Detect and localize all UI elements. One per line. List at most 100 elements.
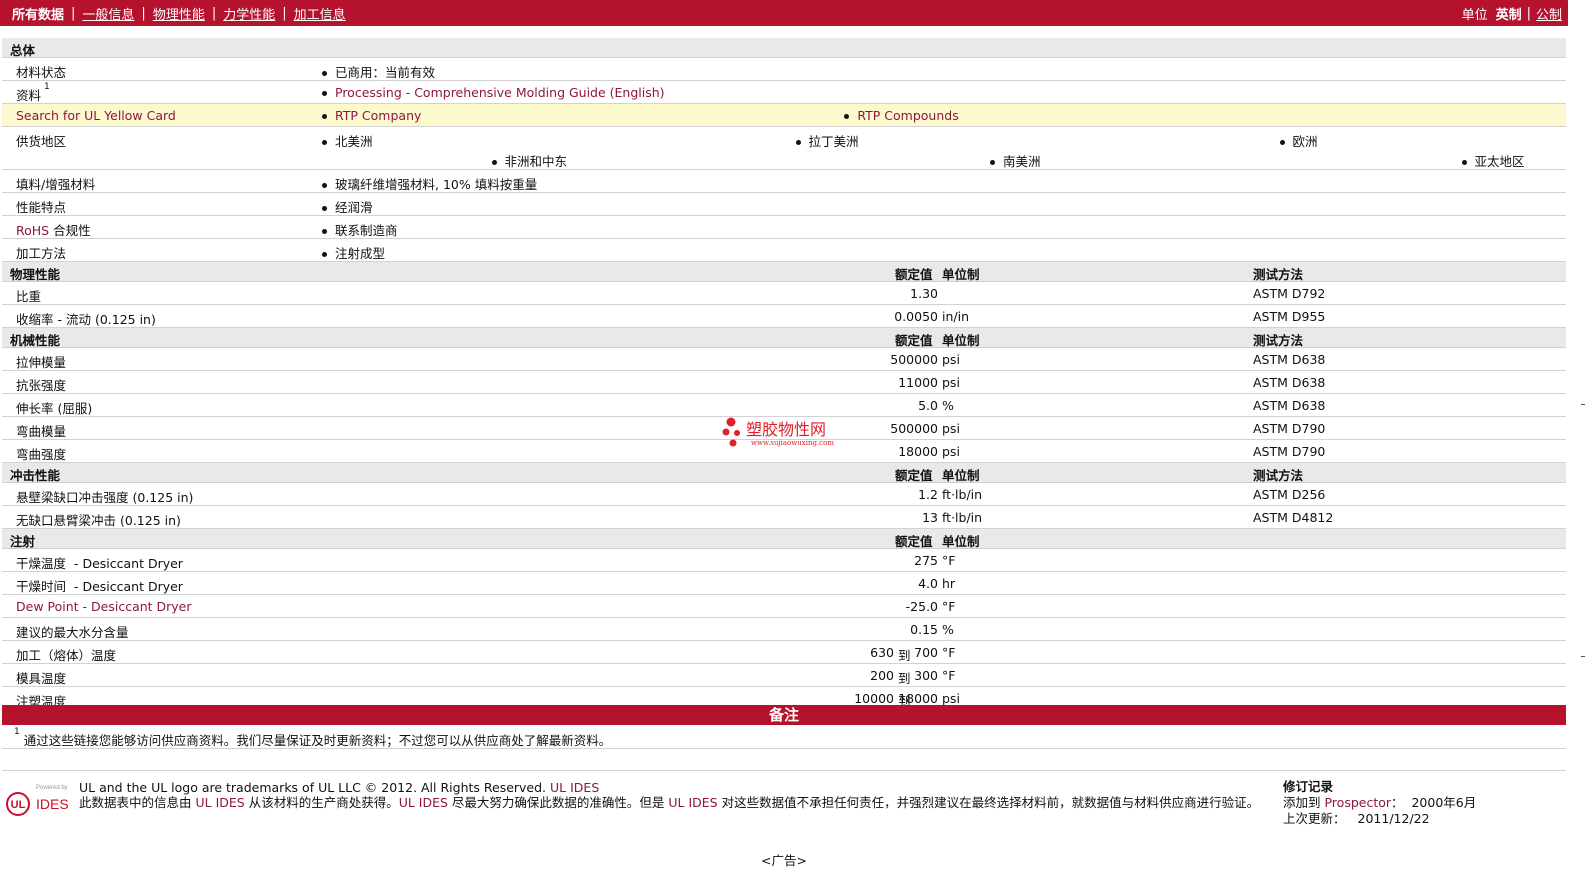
tab-general-info[interactable]: 一般信息 <box>82 4 134 23</box>
watermark-dot-icon <box>722 428 730 436</box>
rtp-compounds-link[interactable]: RTP Compounds <box>842 108 958 123</box>
revision-title: 修订记录 <box>1283 779 1334 794</box>
row-label: 材料状态 <box>16 65 67 80</box>
row-documents: 资料1 Processing - Comprehensive Molding G… <box>2 81 1566 104</box>
col-unit: 单位制 <box>942 267 980 282</box>
added-value: ： 2000年6月 <box>1391 795 1477 810</box>
label-sub: - Desiccant Dryer <box>66 556 183 571</box>
ul-ides-link[interactable]: UL IDES <box>668 795 717 810</box>
rohs-link[interactable]: RoHS <box>16 223 49 238</box>
tab-processing[interactable]: 加工信息 <box>294 4 346 23</box>
datasheet: 总体 材料状态 已商用：当前有效 资料1 Processing - Compre… <box>2 38 1566 710</box>
molding-guide-link[interactable]: Processing - Comprehensive Molding Guide… <box>320 85 665 100</box>
added-label: 添加到 <box>1283 795 1325 810</box>
label-text: 干燥温度 <box>16 556 67 571</box>
yellow-card-search-link[interactable]: Search for UL Yellow Card <box>16 108 176 123</box>
row-value: 18000 <box>898 444 938 459</box>
row-label: Dew Point - Desiccant Dryer <box>16 599 192 614</box>
row-method: ASTM D4812 <box>1253 510 1334 525</box>
table-row: 干燥温度 - Desiccant Dryer 275 °F <box>2 549 1566 572</box>
ul-ides-link[interactable]: UL IDES <box>550 780 599 795</box>
logo-ul-text: UL <box>11 799 26 811</box>
watermark-title: 塑胶物性网 <box>746 420 826 439</box>
row-unit: psi <box>942 691 960 706</box>
footnote: 1通过这些链接您能够访问供应商资料。我们尽量保证及时更新资料；不过您可以从供应商… <box>14 727 611 749</box>
row-label: 伸长率 (屈服) <box>16 401 93 416</box>
row-value: 1.2 <box>918 487 938 502</box>
row-unit: psi <box>942 444 960 459</box>
label-extra: (0.125 in) <box>94 312 156 327</box>
label-sub: - Desiccant Dryer <box>78 599 192 614</box>
col-unit: 单位制 <box>942 534 980 549</box>
label-text: 悬壁梁缺口冲击强度 <box>16 490 129 505</box>
unit-english[interactable]: 英制 <box>1496 4 1522 23</box>
section-title: 冲击性能 <box>10 468 61 483</box>
row-method: ASTM D790 <box>1253 421 1326 436</box>
section-mechanical: 机械性能 额定值 单位制 测试方法 <box>2 328 1566 348</box>
revision-updated: 上次更新： 2011/12/22 <box>1283 811 1476 827</box>
row-unit: psi <box>942 375 960 390</box>
range-low: 630 <box>870 645 894 660</box>
divider <box>2 748 1566 749</box>
prospector-link[interactable]: Prospector <box>1324 795 1391 810</box>
table-row: Dew Point - Desiccant Dryer -25.0 °F <box>2 595 1566 618</box>
row-yellow-card: Search for UL Yellow Card RTP Company RT… <box>2 104 1566 127</box>
row-label: 抗张强度 <box>16 378 67 393</box>
region-item: 亚太地区 <box>1460 154 1525 169</box>
row-label: 弯曲强度 <box>16 447 67 462</box>
row-unit: ft·lb/in <box>942 510 983 525</box>
row-value: 联系制造商 <box>320 223 398 238</box>
ul-ides-link[interactable]: UL IDES <box>399 795 448 810</box>
row-rohs: RoHS 合规性 联系制造商 <box>2 216 1566 239</box>
section-title: 注射 <box>10 534 36 549</box>
row-value: 1.30 <box>910 286 938 301</box>
row-material-status: 材料状态 已商用：当前有效 <box>2 58 1566 81</box>
table-row: 收缩率 - 流动 (0.125 in) 0.0050 in/in ASTM D9… <box>2 305 1566 328</box>
tab-physical[interactable]: 物理性能 <box>153 4 205 23</box>
watermark-dot-icon <box>726 417 736 427</box>
watermark-logo: 塑胶物性网 www.sujiaowuxing.com <box>722 417 834 447</box>
row-value: 0.0050 <box>894 309 938 324</box>
section-physical: 物理性能 额定值 单位制 测试方法 <box>2 262 1566 282</box>
rtp-company-link[interactable]: RTP Company <box>320 108 421 123</box>
notes-header: 备注 <box>2 705 1566 725</box>
row-label: RoHS 合规性 <box>16 220 91 239</box>
table-row: 拉伸模量 500000 psi ASTM D638 <box>2 348 1566 371</box>
row-filler: 填料/增强材料 玻璃纤维增强材料, 10% 填料按重量 <box>2 170 1566 193</box>
ul-ides-logo: Powered by UL IDES <box>6 785 69 816</box>
section-general: 总体 <box>2 38 1566 58</box>
row-value: 经润滑 <box>320 200 373 215</box>
row-value: 275 <box>914 553 938 568</box>
dew-point-link[interactable]: Dew Point <box>16 599 79 614</box>
label-text: 资料 <box>16 88 42 103</box>
tab-mechanical[interactable]: 力学性能 <box>223 4 275 23</box>
divider <box>2 770 1566 771</box>
footnote-ref: 1 <box>44 82 50 92</box>
disclaimer-text: 尽最大努力确保此数据的准确性。但是 <box>447 795 669 810</box>
table-row: 悬壁梁缺口冲击强度 (0.125 in) 1.2 ft·lb/in ASTM D… <box>2 483 1566 506</box>
table-row: 抗张强度 11000 psi ASTM D638 <box>2 371 1566 394</box>
label-extra: (0.125 in) <box>120 513 181 528</box>
range-high: 300 <box>914 668 938 683</box>
table-row: 建议的最大水分含量 0.15 % <box>2 618 1566 641</box>
row-method: ASTM D638 <box>1253 398 1326 413</box>
unit-switcher: 单位 英制 | 公制 <box>1461 4 1562 23</box>
row-label: 收缩率 - 流动 (0.125 in) <box>16 309 156 328</box>
row-label: 资料1 <box>16 82 50 104</box>
row-method: ASTM D638 <box>1253 352 1326 367</box>
row-value: 0.15 <box>910 622 938 637</box>
region-item: 欧洲 <box>1278 134 1318 149</box>
row-label: 建议的最大水分含量 <box>16 625 129 640</box>
label-sub: - Desiccant Dryer <box>66 579 183 594</box>
row-unit: % <box>942 622 954 637</box>
label-extra: (0.125 in) <box>132 490 194 505</box>
tab-all-data[interactable]: 所有数据 <box>12 4 64 23</box>
footnote-number: 1 <box>14 727 20 737</box>
ul-ides-link[interactable]: UL IDES <box>195 795 244 810</box>
row-unit: °F <box>942 553 956 568</box>
col-unit: 单位制 <box>942 333 980 348</box>
unit-metric[interactable]: 公制 <box>1536 4 1562 23</box>
section-title: 机械性能 <box>10 333 61 348</box>
col-method: 测试方法 <box>1253 468 1304 483</box>
logo-powered-by: Powered by <box>36 785 68 791</box>
